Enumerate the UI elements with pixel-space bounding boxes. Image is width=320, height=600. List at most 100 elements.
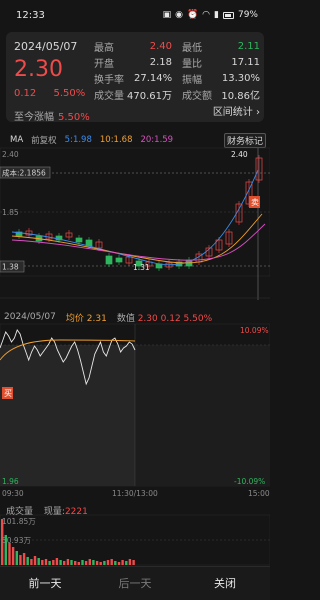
- low-price-label: 1.38: [2, 263, 19, 272]
- volume-bar: [99, 562, 102, 565]
- stat-label: 成交额: [182, 91, 212, 103]
- volume-bar: [110, 559, 113, 565]
- time-start: 09:30: [2, 489, 24, 498]
- num-label: 数值: [116, 313, 135, 324]
- stat-label: 最低: [182, 42, 202, 54]
- stat-label: 开盘: [94, 58, 114, 70]
- num-price: 2.30: [137, 313, 158, 324]
- volume-bar: [19, 555, 22, 565]
- volume-header: 成交量 现量:2221: [6, 504, 96, 517]
- ma10-value: 10:1.68: [99, 135, 133, 145]
- volume-bar: [92, 560, 95, 565]
- volume-bar: [48, 561, 51, 565]
- volume-bar: [103, 561, 106, 565]
- battery-level: 79%: [237, 10, 258, 20]
- stats-row: 换手率 27.14% 振幅 13.30%: [94, 70, 260, 86]
- stat-value: 17.11: [231, 56, 260, 68]
- cost-label: 成本:2.1856: [2, 168, 46, 178]
- volume-bar: [63, 561, 66, 565]
- candlesticks: [15, 155, 263, 271]
- avg-label: 均价: [65, 313, 84, 324]
- volume-bar: [74, 561, 77, 565]
- volume-bar: [114, 561, 117, 565]
- volume-bar: [88, 559, 91, 565]
- volume-label: 成交量: [6, 507, 34, 517]
- next-day-button[interactable]: 后一天: [90, 567, 180, 600]
- stat-label: 换手率: [94, 74, 124, 86]
- candle-body: [75, 237, 83, 243]
- intraday-header: 2024/05/07 均价 2.31 数值 2.30 0.12 5.50%: [0, 310, 270, 324]
- volume-bar: [106, 560, 110, 565]
- future-shade: [135, 345, 270, 486]
- change-value: 0.12: [14, 88, 37, 99]
- adjust-mode[interactable]: 前复权: [31, 134, 57, 146]
- volume-bar: [70, 560, 73, 565]
- sell-tag-text: 卖: [251, 198, 259, 207]
- stat-value: 470.61万: [127, 91, 172, 103]
- stats-row: 开盘 2.18 量比 17.11: [94, 54, 260, 70]
- volume-bar: [15, 551, 18, 565]
- stat-label: 振幅: [182, 74, 202, 86]
- candle-body: [155, 263, 163, 269]
- moving-average-lines: [11, 169, 266, 266]
- today-gain: 至今涨幅 5.50%: [14, 108, 90, 123]
- stats-row: 成交量 470.61万 成交额 10.86亿: [94, 87, 260, 103]
- volume-bar: [132, 560, 135, 565]
- volume-bar: [66, 559, 70, 565]
- today-gain-label: 至今涨幅: [14, 112, 54, 123]
- close-button[interactable]: 关闭: [180, 567, 270, 600]
- quote-date: 2024/05/07: [14, 40, 78, 53]
- avg-value: 2.31: [86, 313, 107, 324]
- change-percent: 5.50%: [53, 88, 86, 99]
- ma5-line: [11, 169, 259, 266]
- stat-label: 成交量: [94, 91, 124, 103]
- candle-body: [115, 257, 123, 263]
- alarm-icon: ⏰: [186, 10, 199, 20]
- volume-bar: [128, 559, 132, 565]
- num-change: 0.12: [160, 313, 181, 324]
- volume-now-value: 2221: [64, 507, 88, 517]
- intraday-shade: [0, 345, 135, 486]
- low-marker-label: 1.31: [133, 263, 150, 272]
- volume-bar: [8, 543, 11, 565]
- financial-marker-button[interactable]: 财务标记: [223, 133, 266, 148]
- buy-tag-text: 买: [4, 389, 12, 398]
- interval-stats-button[interactable]: 区间统计 ›: [172, 103, 260, 118]
- ma-label[interactable]: MA: [10, 135, 23, 145]
- eye-icon: ◉: [175, 10, 183, 20]
- stat-value: 13.30%: [221, 72, 260, 84]
- ma20-value: 20:1.59: [140, 135, 174, 145]
- stat-value: 2.40: [149, 40, 172, 52]
- volume-bar: [84, 561, 88, 565]
- prev-day-button[interactable]: 前一天: [0, 567, 90, 600]
- stat-value: 27.14%: [134, 72, 173, 84]
- quote-stats-grid: 最高 2.40 最低 2.11 开盘 2.18 量比 17.11 换手率 27.…: [94, 38, 260, 119]
- quote-panel: 2024/05/07 2.30 0.12 5.50% 至今涨幅 5.50% 最高 …: [6, 32, 264, 123]
- status-time: 12:33: [16, 9, 45, 21]
- status-icons: ▣ ◉ ⏰ ◠ ▮ 79%: [163, 10, 258, 20]
- volume-bar: [33, 556, 37, 565]
- volume-bar: [37, 558, 40, 565]
- num-percent: 5.50%: [183, 313, 213, 324]
- price-bottom-label: 1.96: [2, 477, 19, 486]
- candle-body: [105, 255, 113, 265]
- status-bar: 12:33 ▣ ◉ ⏰ ◠ ▮ 79%: [0, 0, 270, 30]
- kline-y-top: 2.40: [2, 150, 19, 159]
- volume-bar: [55, 558, 59, 565]
- volume-bar: [59, 560, 62, 565]
- notification-icon: ▣: [162, 10, 172, 20]
- volume-bar: [22, 553, 26, 565]
- volume-y-mid: 50.93万: [2, 536, 31, 545]
- stat-value: 10.86亿: [221, 91, 260, 103]
- volume-y-top: 101.85万: [2, 517, 36, 526]
- high-price-label: 2.40: [231, 150, 248, 159]
- today-gain-value: 5.50%: [58, 112, 90, 123]
- time-mid: 11:30/13:00: [112, 489, 158, 498]
- pct-top-label: 10.09%: [240, 326, 269, 335]
- volume-bar: [30, 559, 33, 565]
- battery-icon: [222, 11, 234, 19]
- volume-bar: [117, 562, 121, 565]
- stats-row: 区间统计 ›: [94, 103, 260, 119]
- volume-bar: [95, 561, 99, 565]
- intraday-date: 2024/05/07: [4, 312, 56, 322]
